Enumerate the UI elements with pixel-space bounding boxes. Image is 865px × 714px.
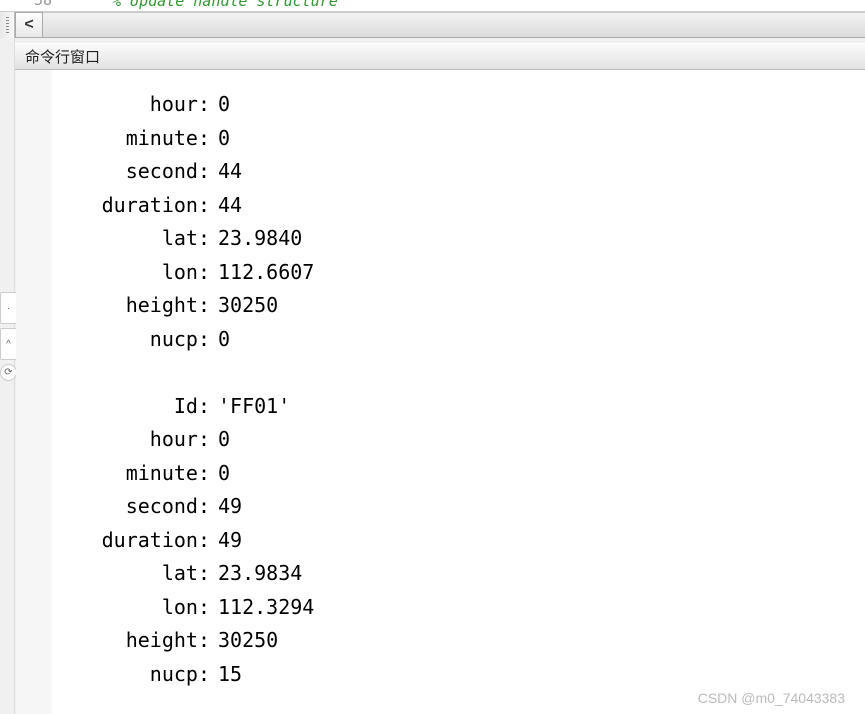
- field-label: second:: [68, 490, 218, 524]
- field-value: 44: [218, 155, 242, 189]
- comment-fragment: % Update handle structure: [112, 0, 338, 10]
- field-label: height:: [68, 289, 218, 323]
- output-row: Id:'FF01': [68, 390, 314, 424]
- output-row: lon:112.3294: [68, 591, 314, 625]
- output-row: minute:0: [68, 122, 314, 156]
- side-tool-1[interactable]: ·: [0, 292, 17, 324]
- field-label: lat:: [68, 557, 218, 591]
- field-value: 44: [218, 189, 242, 223]
- field-label: duration:: [68, 189, 218, 223]
- output-row: lon:112.6607: [68, 256, 314, 290]
- toolbar: <: [0, 12, 865, 38]
- toolbar-spacer: [43, 12, 865, 38]
- field-label: minute:: [68, 457, 218, 491]
- output-row: minute:0: [68, 457, 314, 491]
- output-row: duration:44: [68, 189, 314, 223]
- field-label: minute:: [68, 122, 218, 156]
- field-label: Id:: [68, 390, 218, 424]
- editor-fragment: 58 % Update handle structure: [0, 0, 865, 12]
- output-row: second:49: [68, 490, 314, 524]
- field-label: hour:: [68, 88, 218, 122]
- output-row: hour:0: [68, 88, 314, 122]
- output-row: height:30250: [68, 624, 314, 658]
- field-value: 0: [218, 457, 230, 491]
- output-row: nucp:0: [68, 323, 314, 357]
- field-value: 0: [218, 323, 230, 357]
- field-label: lon:: [68, 256, 218, 290]
- output-row: second:44: [68, 155, 314, 189]
- field-value: 112.6607: [218, 256, 314, 290]
- watermark: CSDN @m0_74043383: [698, 690, 845, 706]
- output-row: nucp:15: [68, 658, 314, 692]
- field-value: 'FF01': [218, 390, 290, 424]
- field-label: hour:: [68, 423, 218, 457]
- side-tool-3[interactable]: ⟳: [0, 364, 17, 381]
- blank-line: [68, 356, 314, 390]
- field-value: 15: [218, 658, 242, 692]
- command-window-content[interactable]: hour:0minute:0second:44duration:44lat:23…: [16, 70, 865, 714]
- field-label: nucp:: [68, 658, 218, 692]
- field-value: 49: [218, 490, 242, 524]
- field-value: 49: [218, 524, 242, 558]
- side-tool-2[interactable]: ^: [0, 328, 17, 360]
- toolbar-drag-handle[interactable]: [0, 12, 15, 38]
- back-button[interactable]: <: [15, 12, 43, 38]
- field-label: lat:: [68, 222, 218, 256]
- field-value: 112.3294: [218, 591, 314, 625]
- output-row: lat:23.9840: [68, 222, 314, 256]
- field-label: nucp:: [68, 323, 218, 357]
- command-window-titlebar: 命令行窗口: [15, 43, 865, 70]
- field-label: lon:: [68, 591, 218, 625]
- line-number-fragment: 58: [34, 0, 52, 9]
- back-icon: <: [24, 16, 33, 34]
- field-label: second:: [68, 155, 218, 189]
- command-window-title: 命令行窗口: [25, 46, 100, 67]
- output-row: duration:49: [68, 524, 314, 558]
- field-value: 23.9840: [218, 222, 302, 256]
- field-value: 0: [218, 122, 230, 156]
- output-row: lat:23.9834: [68, 557, 314, 591]
- side-buttons: · ^ ⟳: [0, 292, 17, 385]
- field-value: 23.9834: [218, 557, 302, 591]
- output-row: hour:0: [68, 423, 314, 457]
- field-value: 30250: [218, 289, 278, 323]
- field-value: 30250: [218, 624, 278, 658]
- field-value: 0: [218, 88, 230, 122]
- content-margin: [16, 70, 52, 714]
- output-row: height:30250: [68, 289, 314, 323]
- field-value: 0: [218, 423, 230, 457]
- field-label: height:: [68, 624, 218, 658]
- console-output: hour:0minute:0second:44duration:44lat:23…: [68, 88, 314, 691]
- field-label: duration:: [68, 524, 218, 558]
